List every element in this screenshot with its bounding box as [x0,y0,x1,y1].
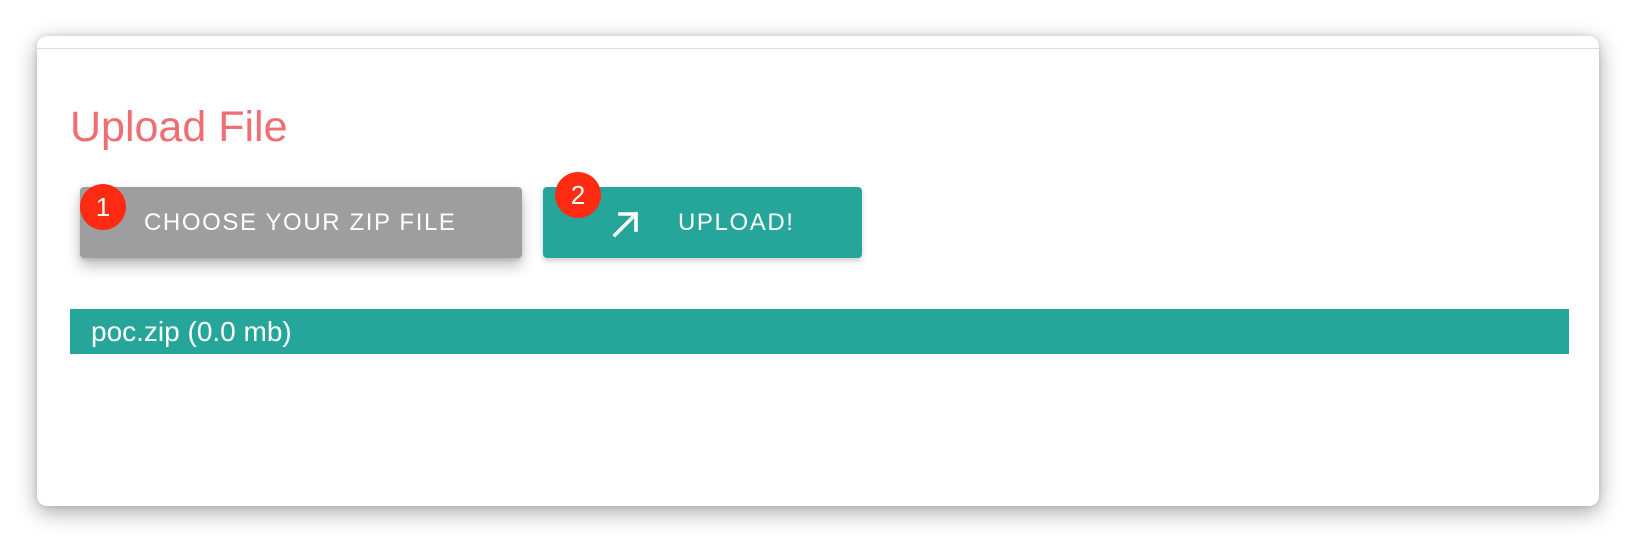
selected-file-bar: poc.zip (0.0 mb) [70,309,1569,354]
step-2-badge: 2 [555,172,601,218]
page-title: Upload File [70,103,288,151]
upload-card: Upload File CHOOSE YOUR ZIP FILE UPLOAD!… [37,36,1599,506]
choose-zip-file-label: CHOOSE YOUR ZIP FILE [144,208,457,236]
choose-zip-file-button[interactable]: CHOOSE YOUR ZIP FILE [80,187,522,258]
arrow-up-right-icon [612,211,639,238]
step-1-badge: 1 [80,184,126,230]
card-divider [37,48,1599,49]
selected-file-name: poc.zip (0.0 mb) [91,315,292,347]
upload-label: UPLOAD! [678,208,795,236]
